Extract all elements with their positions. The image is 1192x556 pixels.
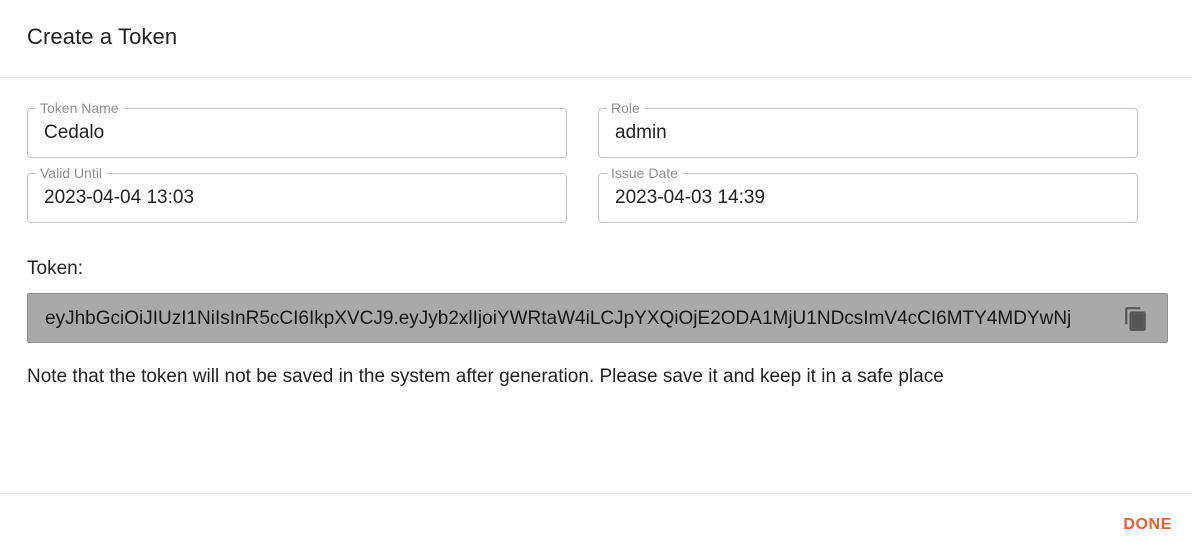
token-name-field[interactable]: Token Name Cedalo (27, 101, 567, 158)
valid-until-label: Valid Until (40, 165, 102, 181)
token-label: Token: (27, 258, 83, 279)
token-field[interactable]: eyJhbGciOiJIUzI1NiIsInR5cCI6IkpXVCJ9.eyJ… (27, 293, 1168, 343)
role-value: admin (615, 122, 667, 143)
copy-icon-graphic (1125, 307, 1146, 331)
header-divider (0, 77, 1192, 78)
issue-date-label: Issue Date (611, 165, 678, 181)
token-name-value: Cedalo (44, 122, 105, 143)
dialog-title: Create a Token (27, 24, 178, 49)
role-outline: Role (598, 100, 1138, 158)
token-value[interactable]: eyJhbGciOiJIUzI1NiIsInR5cCI6IkpXVCJ9.eyJ… (45, 308, 1119, 330)
role-label: Role (611, 100, 640, 116)
copy-icon[interactable] (1123, 306, 1149, 332)
valid-until-value: 2023-04-04 13:03 (44, 187, 195, 208)
issue-date-value: 2023-04-03 14:39 (615, 187, 766, 208)
token-name-label: Token Name (40, 100, 119, 116)
valid-until-field[interactable]: Valid Until 2023-04-04 13:03 (27, 166, 567, 223)
issue-date-field[interactable]: Issue Date 2023-04-03 14:39 (598, 166, 1138, 223)
save-warning-note: Note that the token will not be saved in… (27, 366, 944, 387)
token-name-outline: Token Name (27, 100, 567, 158)
role-field[interactable]: Role admin (598, 101, 1138, 158)
create-token-dialog: Create a Token Token Name Cedalo Role ad… (0, 0, 1192, 556)
footer-divider (0, 493, 1192, 494)
done-button[interactable]: DONE (1123, 516, 1172, 534)
